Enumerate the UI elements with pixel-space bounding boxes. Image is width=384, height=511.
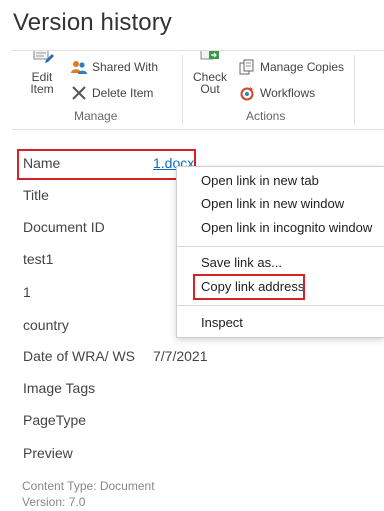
- property-label-preview: Preview: [23, 445, 73, 461]
- page-title: Version history: [13, 9, 172, 36]
- check-out-icon: [200, 51, 219, 60]
- manage-group-label: Manage: [74, 109, 118, 123]
- property-label-test1: test1: [23, 251, 54, 267]
- menu-item-open-new-window[interactable]: Open link in new window: [177, 192, 384, 216]
- manage-copies-label: Manage Copies: [260, 60, 345, 74]
- delete-x-icon: [72, 86, 86, 100]
- ribbon-group-divider: [182, 55, 183, 125]
- ribbon-group-divider: [354, 55, 355, 125]
- actions-group-label: Actions: [246, 109, 286, 123]
- property-label-country: country: [23, 317, 69, 333]
- shared-with-button[interactable]: Shared With: [70, 57, 158, 77]
- menu-item-open-new-tab[interactable]: Open link in new tab: [177, 169, 384, 193]
- property-label-name: Name: [23, 155, 61, 171]
- content-type-text: Content Type: Document: [22, 479, 155, 493]
- workflows-icon: [240, 87, 254, 101]
- menu-item-inspect[interactable]: Inspect: [177, 311, 384, 335]
- shared-with-label: Shared With: [92, 60, 159, 74]
- manage-copies-icon: [239, 59, 254, 75]
- property-label-document-id: Document ID: [23, 219, 105, 235]
- check-out-label: Check Out: [192, 70, 227, 96]
- context-menu: Open link in new tab Open link in new wi…: [176, 166, 384, 338]
- delete-item-button[interactable]: Delete Item: [70, 83, 153, 103]
- version-text: Version: 7.0: [22, 495, 86, 509]
- property-label-date-wra-ws: Date of WRA/ WS: [23, 348, 136, 364]
- edit-item-button[interactable]: Edit Item: [24, 51, 60, 101]
- property-value-date-wra-ws: 7/7/2021: [153, 348, 208, 364]
- menu-item-copy-link-address[interactable]: Copy link address: [177, 275, 384, 299]
- edit-item-label: Edit Item: [30, 70, 54, 96]
- property-label-1: 1: [23, 284, 31, 300]
- workflows-button[interactable]: Workflows: [238, 83, 315, 103]
- property-label-title: Title: [23, 187, 49, 203]
- delete-item-label: Delete Item: [92, 86, 154, 100]
- menu-item-open-incognito[interactable]: Open link in incognito window: [177, 216, 384, 240]
- workflows-label: Workflows: [260, 86, 316, 100]
- edit-item-icon: [33, 51, 54, 63]
- check-out-button[interactable]: Check Out: [192, 51, 228, 101]
- manage-copies-button[interactable]: Manage Copies: [238, 57, 344, 77]
- ribbon-toolbar: Edit Item Shared With Delete Item Manage…: [12, 50, 384, 130]
- menu-separator: [177, 305, 384, 306]
- menu-item-save-link-as[interactable]: Save link as...: [177, 251, 384, 275]
- menu-separator: [177, 246, 384, 247]
- shared-with-icon: [71, 61, 87, 74]
- property-label-image-tags: Image Tags: [23, 380, 96, 396]
- property-label-pagetype: PageType: [23, 412, 87, 428]
